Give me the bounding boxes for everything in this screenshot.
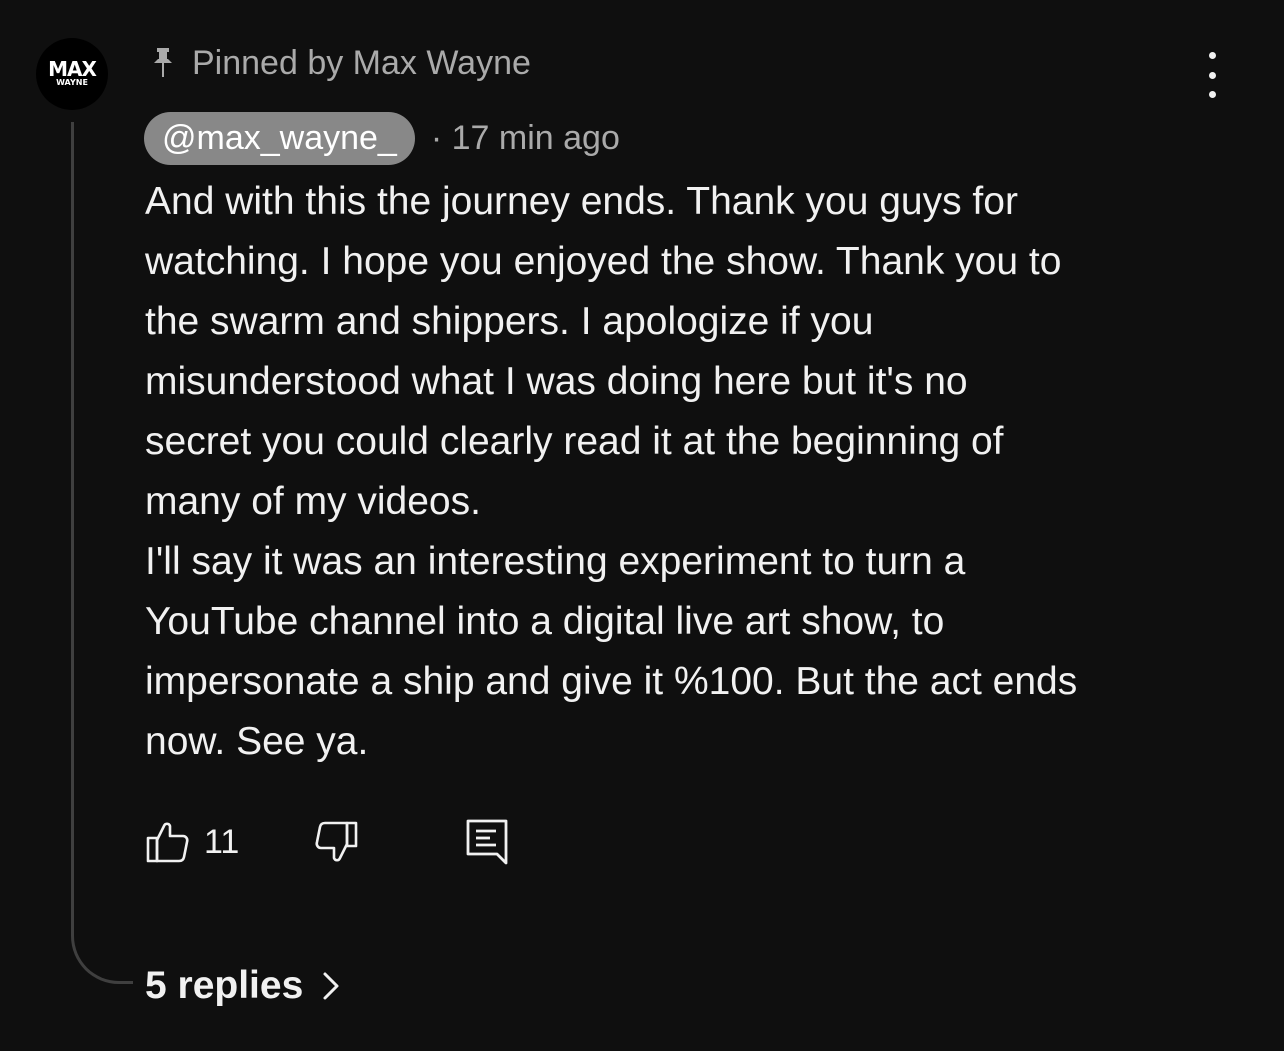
pinned-indicator: Pinned by Max Wayne [148,42,531,84]
more-vertical-icon-dot [1208,71,1216,79]
thumbs-up-icon[interactable] [144,818,192,866]
time-ago: 17 min ago [451,118,620,157]
view-replies-link[interactable]: 5 replies [145,958,341,1014]
replies-count-label: 5 replies [145,964,304,1007]
avatar-logo-bottom-text: WAYNE [56,78,88,87]
more-vertical-icon [1208,52,1216,59]
meta-separator: · [430,118,443,157]
channel-avatar[interactable]: MAX WAYNE [36,38,108,110]
pin-icon [154,48,172,77]
comment-text: And with this the journey ends. Thank yo… [145,180,1078,763]
comment-reply-icon[interactable] [464,816,510,868]
comment-timestamp: · 17 min ago [431,119,620,158]
author-handle-chip[interactable]: @max_wayne_ [144,111,415,165]
more-vertical-icon-dot [1208,91,1216,98]
pinned-label: Pinned by Max Wayne [192,43,531,82]
chevron-right-icon [323,972,339,1000]
comment-meta: @max_wayne_ · 17 min ago [144,111,620,165]
comment-more-actions-button[interactable] [1192,52,1232,98]
like-count: 11 [204,823,240,861]
thumbs-down-icon[interactable] [312,818,360,866]
avatar-logo-top-text: MAX [48,57,97,81]
thread-connector-line [71,122,133,984]
comment-action-bar: 11 [144,812,544,872]
